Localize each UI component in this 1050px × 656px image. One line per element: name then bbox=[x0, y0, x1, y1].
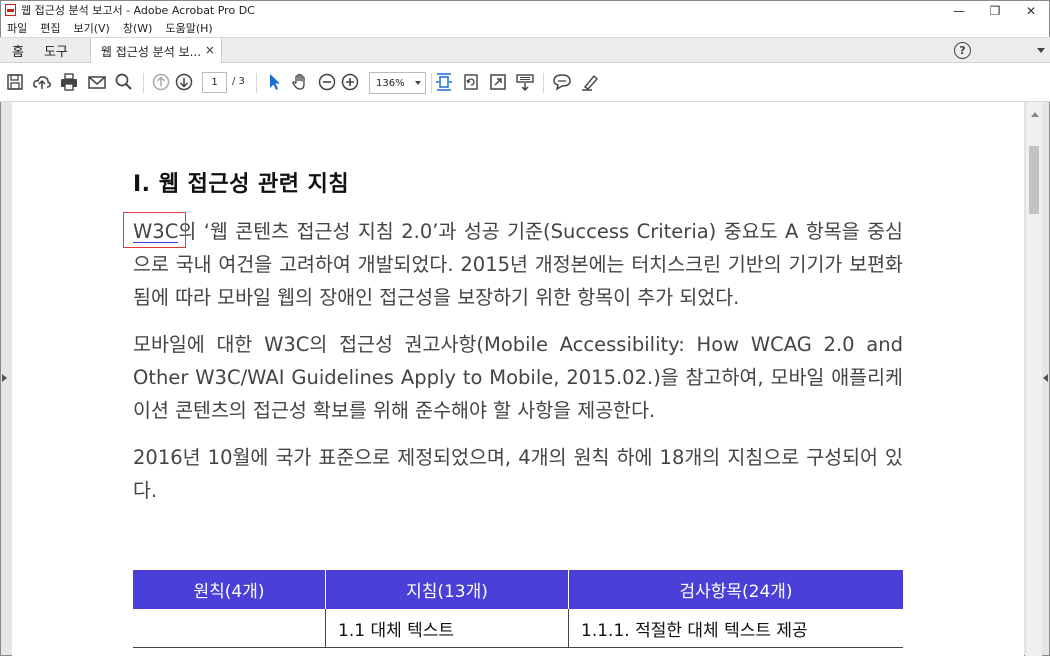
table-cell-check-item: 1.1.1. 적절한 대체 텍스트 제공 bbox=[581, 620, 808, 641]
menu-view[interactable]: 보기(V) bbox=[74, 20, 110, 36]
table-header-row: 원칙(4개) 지침(13개) 검사항목(24개) bbox=[133, 570, 903, 609]
tab-tools[interactable]: 도구 bbox=[44, 38, 68, 63]
pdf-page[interactable]: I. 웹 접근성 관련 지침 W3C의 ‘웹 콘텐츠 접근성 지침 2.0’과 … bbox=[12, 102, 1024, 656]
restore-button[interactable]: ❐ bbox=[977, 1, 1013, 20]
left-panel-toggle-icon[interactable] bbox=[2, 374, 7, 382]
zoom-level-value: 136% bbox=[376, 77, 405, 89]
help-icon[interactable]: ? bbox=[954, 42, 971, 59]
header-check-items: 검사항목(24개) bbox=[679, 582, 793, 602]
menu-help[interactable]: 도움말(H) bbox=[165, 20, 212, 36]
zoom-level-dropdown[interactable]: 136% bbox=[369, 72, 426, 94]
page-total: / 3 bbox=[232, 76, 245, 87]
tab-document-label: 웹 접근성 분석 보... bbox=[100, 44, 202, 59]
hand-icon[interactable] bbox=[290, 72, 310, 92]
right-panel-toggle-icon[interactable] bbox=[1043, 374, 1048, 382]
close-window-button[interactable]: ✕ bbox=[1013, 1, 1049, 20]
paragraph-2: 모바일에 대한 W3C의 접근성 권고사항(Mobile Accessibili… bbox=[133, 333, 903, 422]
title-bar: 웹 접근성 분석 보고서 - Adobe Acrobat Pro DC — ❐ … bbox=[0, 0, 1050, 19]
prev-page-icon[interactable] bbox=[151, 72, 171, 92]
toolbar-divider bbox=[543, 73, 544, 93]
toolbar-divider bbox=[256, 73, 257, 93]
scroll-mode-icon[interactable] bbox=[515, 72, 535, 92]
table-cell-guideline: 1.1 대체 텍스트 bbox=[326, 609, 569, 647]
window-title: 웹 접근성 분석 보고서 - Adobe Acrobat Pro DC bbox=[21, 4, 255, 17]
print-icon[interactable] bbox=[59, 72, 79, 92]
section-heading: I. 웹 접근성 관련 지침 bbox=[133, 172, 350, 197]
tab-bar: 홈 도구 웹 접근성 분석 보... × ? bbox=[0, 37, 1050, 64]
select-cursor-icon[interactable] bbox=[264, 72, 284, 92]
save-icon[interactable] bbox=[5, 72, 25, 92]
tab-document[interactable]: 웹 접근성 분석 보... × bbox=[89, 38, 222, 64]
email-icon[interactable] bbox=[87, 72, 107, 92]
toolbar: 1 / 3 136% bbox=[0, 63, 1050, 102]
toolbar-divider bbox=[431, 73, 432, 93]
window-controls: — ❐ ✕ bbox=[941, 1, 1049, 20]
next-page-icon[interactable] bbox=[174, 72, 194, 92]
page-number-input[interactable]: 1 bbox=[202, 72, 227, 93]
guideline-table: 원칙(4개) 지침(13개) 검사항목(24개) 1.1 대체 텍스트 1.1.… bbox=[133, 570, 903, 648]
paragraph-1-text: 의 ‘웹 콘텐츠 접근성 지침 2.0’과 성공 기준(Success Crit… bbox=[133, 220, 903, 309]
tab-close-icon[interactable]: × bbox=[205, 43, 215, 57]
table-row: 1.1 대체 텍스트 1.1.1. 적절한 대체 텍스트 제공 bbox=[133, 609, 903, 648]
fullscreen-icon[interactable] bbox=[488, 72, 508, 92]
comment-icon[interactable] bbox=[552, 72, 572, 92]
toolbar-divider bbox=[143, 73, 144, 93]
chevron-down-icon bbox=[415, 81, 421, 85]
scroll-up-icon[interactable] bbox=[1031, 112, 1039, 117]
w3c-annotation-highlight[interactable]: W3C bbox=[122, 212, 187, 248]
header-guidelines: 지침(13개) bbox=[326, 570, 569, 609]
fit-page-icon[interactable] bbox=[434, 72, 454, 92]
vertical-scrollbar[interactable] bbox=[1025, 102, 1042, 656]
upload-icon[interactable] bbox=[32, 72, 52, 92]
zoom-out-icon[interactable] bbox=[317, 72, 337, 92]
paragraph-1: W3C의 ‘웹 콘텐츠 접근성 지침 2.0’과 성공 기준(Success C… bbox=[122, 212, 903, 314]
minimize-button[interactable]: — bbox=[941, 1, 977, 20]
scrollbar-thumb[interactable] bbox=[1029, 146, 1039, 214]
tab-home[interactable]: 홈 bbox=[12, 38, 24, 63]
rotate-icon[interactable] bbox=[461, 72, 481, 92]
highlight-pen-icon[interactable] bbox=[580, 72, 600, 92]
menu-edit[interactable]: 편집 bbox=[40, 20, 60, 36]
acrobat-app-icon bbox=[5, 4, 16, 16]
tab-menu-chevron-icon[interactable] bbox=[1037, 48, 1045, 53]
header-principles: 원칙(4개) bbox=[133, 570, 326, 609]
paragraph-3: 2016년 10월에 국가 표준으로 제정되었으며, 4개의 원칙 하에 18개… bbox=[133, 446, 903, 502]
zoom-in-icon[interactable] bbox=[340, 72, 360, 92]
menu-file[interactable]: 파일 bbox=[7, 20, 27, 36]
menu-bar: 파일 편집 보기(V) 창(W) 도움말(H) bbox=[0, 19, 1050, 37]
search-icon[interactable] bbox=[114, 72, 134, 92]
menu-window[interactable]: 창(W) bbox=[123, 20, 153, 36]
table-cell-principle bbox=[133, 609, 326, 647]
